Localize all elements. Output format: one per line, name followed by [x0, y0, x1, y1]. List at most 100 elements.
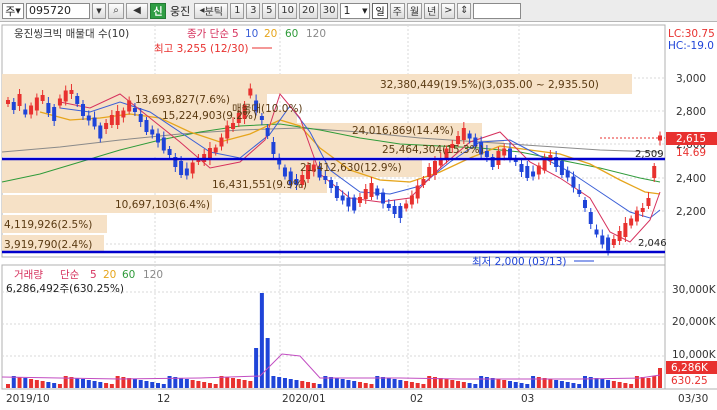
volume-bar [473, 384, 478, 388]
volume-bar [277, 377, 282, 388]
candle-body [559, 161, 564, 175]
count-select[interactable]: 1 ▼ [340, 2, 371, 19]
profile-label: 24,016,869(14.4%) [352, 125, 454, 137]
interval-20-button[interactable]: 20 [298, 2, 318, 19]
chevron-down-icon: ▼ [96, 6, 102, 15]
code-dropdown-button[interactable]: ▼ [92, 2, 106, 19]
prev-arrow-button[interactable]: > [441, 2, 456, 19]
volume-bar [271, 376, 276, 388]
x-tick: 12 [157, 393, 170, 405]
candle-body [69, 90, 74, 94]
stock-code-input[interactable]: 095720 [26, 2, 90, 19]
candle-body [231, 123, 236, 129]
search-button[interactable]: ⌕ [108, 2, 124, 19]
period-month-button[interactable]: 월 [406, 2, 423, 19]
candle-body [421, 179, 426, 185]
period-day-button[interactable]: 일 [372, 2, 388, 19]
market-select[interactable]: 주 ▼ [2, 2, 24, 19]
volume-bar [75, 378, 80, 388]
volume-bar [52, 383, 57, 388]
candle-body [46, 103, 51, 113]
candle-body [594, 229, 599, 235]
candle-body [409, 195, 414, 205]
search-icon: ⌕ [113, 5, 119, 16]
y-tick: 2,200 [676, 206, 706, 218]
date-input[interactable] [473, 2, 522, 19]
chart-area: 32,380,449(19.5%)(3,035.00 ~ 2,935.50) 1… [0, 22, 717, 407]
vol-y-tick: 30,000K [672, 284, 717, 296]
volume-bar [231, 378, 236, 388]
interval-5-button[interactable]: 5 [262, 2, 277, 19]
candle-body [150, 129, 155, 135]
volume-bar [161, 384, 166, 388]
stock-name: 웅진 [170, 4, 191, 18]
profile-label: 21,412,630(12.9%) [300, 162, 402, 174]
last-volume-pct: 630.25 [671, 375, 708, 387]
volume-bar [502, 380, 507, 388]
volume-bar [179, 378, 184, 388]
volume-bar [525, 384, 530, 388]
chevron-right-icon: > [444, 5, 453, 16]
sound-button[interactable]: ◀ [126, 2, 148, 19]
lc-label: LC:30.75 [668, 28, 715, 40]
candle-body [519, 164, 524, 172]
volume-bar [606, 380, 611, 388]
candle-body [606, 237, 611, 251]
interval-30-button[interactable]: 30 [319, 2, 339, 19]
volume-bar [329, 377, 334, 388]
period-year-button[interactable]: 년 [424, 2, 440, 19]
vol-y-tick: 10,000K [672, 349, 717, 361]
x-tick: 2019/10 [6, 393, 50, 405]
volume-bar [363, 383, 368, 388]
speaker-icon: ◀ [133, 5, 141, 16]
interval-10-button[interactable]: 10 [278, 2, 297, 19]
volume-bar [104, 383, 109, 388]
candle-body [611, 239, 616, 245]
volume-bar [565, 382, 570, 388]
interval-1-button[interactable]: 1 [230, 2, 245, 19]
volume-bar [6, 384, 10, 388]
volume-bar [415, 383, 420, 388]
candle-body [11, 102, 16, 110]
candle-body [57, 98, 62, 106]
candle-body [6, 100, 10, 104]
volume-bar [294, 380, 299, 388]
candle-body [115, 111, 120, 125]
volume-bar [340, 379, 345, 388]
volume-bar [461, 382, 466, 388]
volume-bar [623, 383, 628, 388]
candle-body [40, 95, 45, 101]
volume-bar [98, 382, 103, 388]
candle-body [225, 125, 230, 139]
period-week-button[interactable]: 주 [389, 2, 405, 19]
candle-body [352, 197, 357, 211]
volume-bar [594, 378, 599, 388]
candle-body [184, 168, 189, 176]
profile-label: 25,464,304(15.3%) [382, 144, 484, 156]
candle-body [634, 210, 639, 222]
volume-bar [409, 382, 414, 388]
candle-body [161, 137, 166, 151]
volume-bar [300, 381, 305, 388]
volume-bar [150, 382, 155, 388]
period-minute-button[interactable]: ◂ 분 틱 [194, 2, 229, 19]
volume-bar [600, 379, 605, 388]
current-price: 2,615 [676, 133, 706, 145]
volume-bar [559, 381, 564, 388]
candle-body [190, 162, 195, 174]
updown-button[interactable]: ⇕ [457, 2, 472, 19]
volume-bar [531, 376, 536, 388]
vol-ma120-legend: 120 [143, 269, 163, 281]
candle-body [219, 137, 224, 147]
volume-bar [479, 376, 484, 388]
market-select-label: 주 [5, 4, 16, 18]
candle-body [404, 203, 409, 209]
x-tick: 2020/01 [282, 393, 326, 405]
candle-body [369, 183, 374, 197]
interval-3-button[interactable]: 3 [246, 2, 261, 19]
ma10-legend: 10 [245, 28, 258, 40]
profile-label: 매물대(10.0%) [232, 103, 303, 115]
y-tick: 2,400 [676, 173, 706, 185]
candle-body [629, 218, 634, 226]
candle-body [502, 148, 507, 156]
